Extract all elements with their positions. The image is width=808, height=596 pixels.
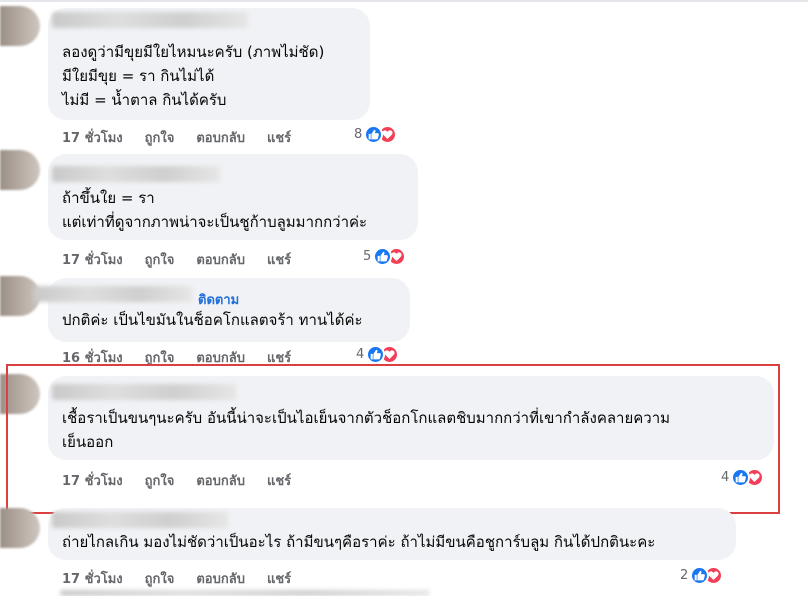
comment-text: ถ่ายไกลเกิน มองไม่ชัดว่าเป็นอะไร ถ้ามีขน… — [62, 533, 656, 551]
like-link[interactable]: ถูกใจ — [145, 568, 175, 589]
reaction-summary[interactable]: 4 — [356, 345, 400, 364]
avatar[interactable] — [0, 508, 40, 548]
share-link[interactable]: แชร์ — [267, 249, 291, 270]
reaction-summary[interactable]: 8 — [354, 125, 398, 144]
reaction-summary[interactable]: 5 — [363, 247, 407, 266]
highlight-box — [6, 364, 780, 514]
comment-text: ลองดูว่ามีขุยมีใยไหมนะครับ (ภาพไม่ชัด) ม… — [62, 43, 325, 109]
like-link[interactable]: ถูกใจ — [145, 249, 175, 270]
comment-actions: 17 ชั่วโมง ถูกใจ ตอบกลับ แชร์ — [62, 127, 313, 148]
comment-actions: 17 ชั่วโมง ถูกใจ ตอบกลับ แชร์ — [62, 249, 313, 270]
reply-link[interactable]: ตอบกลับ — [196, 249, 245, 270]
share-link[interactable]: แชร์ — [267, 568, 291, 589]
commenter-name[interactable] — [34, 286, 192, 302]
reaction-count: 4 — [356, 347, 365, 362]
commenter-name[interactable] — [52, 166, 220, 182]
reaction-count: 5 — [363, 249, 372, 264]
like-link[interactable]: ถูกใจ — [145, 127, 175, 148]
avatar[interactable] — [0, 6, 40, 46]
commenter-name[interactable] — [52, 12, 248, 28]
reply-link[interactable]: ตอบกลับ — [196, 127, 245, 148]
next-commenter-name[interactable] — [60, 590, 430, 596]
comment-time[interactable]: 17 ชั่วโมง — [62, 568, 123, 589]
top-divider — [0, 0, 808, 2]
share-link[interactable]: แชร์ — [267, 127, 291, 148]
reaction-count: 2 — [680, 568, 689, 583]
reaction-count: 8 — [354, 127, 363, 142]
avatar[interactable] — [0, 150, 40, 190]
comment-time[interactable]: 17 ชั่วโมง — [62, 249, 123, 270]
reaction-summary[interactable]: 2 — [680, 566, 724, 585]
comment-text: ปกติค่ะ เป็นไขมันในช็อคโกแลตจร้า ทานได้ค… — [62, 311, 363, 329]
follow-button[interactable]: ติดตาม — [198, 289, 239, 310]
comment-text: ถ้าขึ้นใย = รา แต่เท่าที่ดูจากภาพน่าจะเป… — [62, 189, 368, 231]
commenter-name[interactable] — [52, 512, 228, 528]
comment-time[interactable]: 17 ชั่วโมง — [62, 127, 123, 148]
comment-actions: 17 ชั่วโมง ถูกใจ ตอบกลับ แชร์ — [62, 568, 313, 589]
reply-link[interactable]: ตอบกลับ — [196, 568, 245, 589]
